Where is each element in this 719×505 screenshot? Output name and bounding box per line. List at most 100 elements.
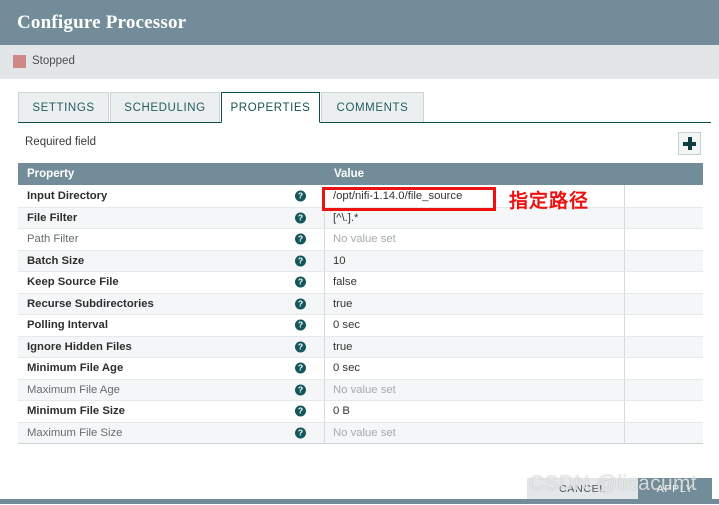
- property-name-cell: Batch Size?: [18, 250, 325, 271]
- property-name-cell: File Filter?: [18, 207, 325, 228]
- tab-settings[interactable]: SETTINGS: [18, 92, 109, 123]
- property-value-cell[interactable]: No value set: [325, 229, 625, 250]
- add-property-button[interactable]: [678, 132, 701, 155]
- question-mark-icon[interactable]: ?: [295, 190, 306, 202]
- property-name: File Filter: [27, 211, 78, 224]
- property-value: 0 B: [333, 405, 350, 418]
- property-value-cell[interactable]: No value set: [325, 379, 625, 400]
- property-value-cell[interactable]: No value set: [325, 422, 625, 443]
- property-name-cell: Minimum File Age?: [18, 358, 325, 379]
- table-header-row: Property Value: [18, 163, 703, 185]
- question-mark-icon[interactable]: ?: [295, 341, 306, 353]
- question-mark-icon[interactable]: ?: [295, 255, 306, 267]
- property-row-tail-cell: [625, 251, 703, 272]
- property-name: Keep Source File: [27, 276, 119, 289]
- property-name: Recurse Subdirectories: [27, 297, 154, 310]
- property-row-tail-cell: [625, 380, 703, 401]
- question-mark-icon[interactable]: ?: [295, 362, 306, 374]
- question-mark-icon[interactable]: ?: [295, 233, 306, 245]
- column-header-value: Value: [334, 168, 365, 180]
- property-name-cell: Maximum File Age?: [18, 379, 325, 400]
- properties-table: Property Value Input Directory? /opt/nifi…: [18, 163, 703, 444]
- stopped-square-icon: [13, 55, 26, 68]
- property-row-tail-cell: [625, 294, 703, 315]
- property-row-tail-cell: [625, 337, 703, 358]
- property-name-cell: Path Filter?: [18, 229, 325, 250]
- cancel-button[interactable]: CANCEL: [527, 478, 638, 499]
- status-label: Stopped: [32, 55, 75, 67]
- table-row[interactable]: File Filter? [^\.].*: [18, 206, 703, 229]
- dialog-bottom-edge: [0, 499, 719, 504]
- tab-strip: SETTINGS SCHEDULING PROPERTIES COMMENTS: [0, 92, 719, 123]
- apply-button[interactable]: APPLY: [638, 478, 712, 499]
- configure-processor-dialog: Configure Processor Stopped SETTINGS SCH…: [0, 0, 719, 505]
- table-row[interactable]: Path Filter? No value set: [18, 228, 703, 250]
- table-row[interactable]: Minimum File Size? 0 B: [18, 400, 703, 422]
- property-name: Minimum File Size: [27, 405, 125, 418]
- property-value: No value set: [333, 383, 396, 396]
- property-value-cell[interactable]: false: [325, 272, 625, 293]
- property-row-tail-cell: [625, 315, 703, 336]
- property-name: Maximum File Age: [27, 383, 120, 396]
- table-row[interactable]: Recurse Subdirectories? true: [18, 292, 703, 315]
- property-row-tail-cell: [625, 358, 703, 379]
- property-name: Minimum File Age: [27, 362, 124, 375]
- property-row-tail-cell: [625, 185, 703, 207]
- property-value-cell[interactable]: 10: [325, 250, 625, 271]
- property-value-cell[interactable]: true: [325, 293, 625, 314]
- property-name: Path Filter: [27, 233, 79, 246]
- property-value: 0 sec: [333, 362, 361, 375]
- question-mark-icon[interactable]: ?: [295, 405, 306, 417]
- property-value: 0 sec: [333, 319, 361, 332]
- property-name: Ignore Hidden Files: [27, 340, 132, 353]
- table-row[interactable]: Input Directory? /opt/nifi-1.14.0/file_so…: [18, 185, 703, 207]
- tab-properties[interactable]: PROPERTIES: [221, 92, 320, 123]
- table-row[interactable]: Maximum File Size? No value set: [18, 421, 703, 444]
- tab-baseline: [18, 122, 711, 123]
- question-mark-icon[interactable]: ?: [295, 212, 306, 224]
- property-value-cell[interactable]: 0 B: [325, 401, 625, 422]
- property-value-cell[interactable]: 0 sec: [325, 358, 625, 379]
- question-mark-icon[interactable]: ?: [295, 384, 306, 396]
- property-value: false: [333, 276, 357, 289]
- property-name-cell: Recurse Subdirectories?: [18, 293, 325, 314]
- property-value-cell[interactable]: true: [325, 336, 625, 357]
- table-row[interactable]: Batch Size? 10: [18, 249, 703, 272]
- column-header-property: Property: [27, 168, 75, 180]
- required-field-row: Required field: [0, 132, 719, 158]
- property-row-tail-cell: [625, 423, 703, 444]
- property-value: true: [333, 297, 353, 310]
- table-row[interactable]: Maximum File Age? No value set: [18, 378, 703, 401]
- property-row-tail-cell: [625, 229, 703, 250]
- dialog-footer: CANCEL APPLY: [0, 478, 719, 499]
- property-row-tail-cell: [625, 401, 703, 422]
- property-name: Input Directory: [27, 189, 108, 202]
- table-row[interactable]: Minimum File Age? 0 sec: [18, 357, 703, 379]
- property-name: Batch Size: [27, 254, 85, 267]
- property-value: 10: [333, 254, 346, 267]
- property-value-cell[interactable]: 0 sec: [325, 315, 625, 336]
- question-mark-icon[interactable]: ?: [295, 298, 306, 310]
- property-row-tail-cell: [625, 272, 703, 293]
- property-name-cell: Input Directory?: [18, 185, 325, 207]
- question-mark-icon[interactable]: ?: [295, 427, 306, 439]
- table-body: Input Directory? /opt/nifi-1.14.0/file_so…: [18, 185, 703, 443]
- dialog-title: Configure Processor: [17, 12, 187, 33]
- property-value: /opt/nifi-1.14.0/file_source: [333, 189, 463, 202]
- property-value: [^\.].*: [333, 211, 359, 224]
- tab-comments[interactable]: COMMENTS: [321, 92, 424, 123]
- table-row[interactable]: Ignore Hidden Files? true: [18, 335, 703, 358]
- property-name-cell: Polling Interval?: [18, 315, 325, 336]
- property-name-cell: Maximum File Size?: [18, 422, 325, 443]
- table-row[interactable]: Polling Interval? 0 sec: [18, 314, 703, 336]
- property-name: Maximum File Size: [27, 426, 123, 439]
- property-row-tail-cell: [625, 208, 703, 229]
- table-row[interactable]: Keep Source File? false: [18, 271, 703, 293]
- question-mark-icon[interactable]: ?: [295, 319, 306, 331]
- property-value: No value set: [333, 233, 396, 246]
- tab-scheduling[interactable]: SCHEDULING: [110, 92, 220, 123]
- plus-icon: [683, 137, 696, 150]
- question-mark-icon[interactable]: ?: [295, 276, 306, 288]
- property-name-cell: Keep Source File?: [18, 272, 325, 293]
- property-value: true: [333, 340, 353, 353]
